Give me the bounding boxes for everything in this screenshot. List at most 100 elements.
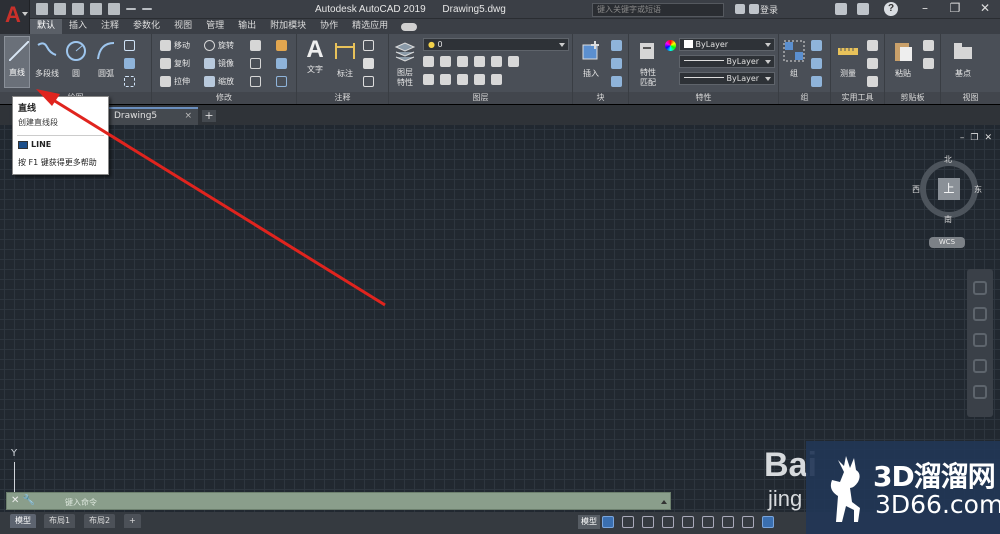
view-panel-title[interactable]: 视图	[941, 92, 1000, 104]
insert-button[interactable]: 插入	[577, 39, 605, 79]
viewport-restore-icon[interactable]: ❐	[970, 133, 978, 143]
viewport-minimize-icon[interactable]: –	[960, 133, 965, 143]
measure-button[interactable]: 测量	[833, 39, 863, 79]
orbit-icon[interactable]	[973, 359, 987, 373]
group-edit-tool[interactable]	[811, 58, 822, 69]
compass-north[interactable]: 北	[944, 154, 952, 165]
layer-tool-icon[interactable]	[491, 56, 502, 67]
clipboard-panel-title[interactable]: 剪贴板	[885, 92, 940, 104]
ungroup-tool[interactable]	[811, 40, 822, 51]
pan-icon[interactable]	[973, 307, 987, 321]
tab-insert[interactable]: 插入	[62, 19, 94, 34]
steering-wheel-icon[interactable]	[973, 281, 987, 295]
viewcube-top-face[interactable]: 上	[938, 178, 960, 200]
paste-button[interactable]: 粘贴	[889, 39, 917, 79]
edit-block-tool[interactable]	[611, 58, 622, 69]
layout-tab-2[interactable]: 布局2	[84, 514, 116, 528]
layer-properties-button[interactable]: 图层 特性	[391, 39, 419, 88]
layout-tab-1[interactable]: 布局1	[44, 514, 76, 528]
layer-tool-icon[interactable]	[474, 56, 485, 67]
stretch-button[interactable]: 拉伸	[160, 76, 190, 87]
tab-parametric[interactable]: 参数化	[126, 19, 167, 34]
leader-tool[interactable]	[363, 58, 374, 69]
tab-manage[interactable]: 管理	[199, 19, 231, 34]
layer-tool-icon[interactable]	[440, 56, 451, 67]
rotate-button[interactable]: 旋转	[204, 40, 234, 51]
tab-addins[interactable]: 附加模块	[263, 19, 313, 34]
snap-icon[interactable]	[622, 516, 634, 528]
layer-dropdown[interactable]: ● 0	[423, 38, 569, 51]
wrench-icon[interactable]: 🔧	[23, 495, 35, 506]
layer-tool-icon[interactable]	[508, 56, 519, 67]
help-icon[interactable]: ?	[884, 2, 898, 16]
showmotion-icon[interactable]	[973, 385, 987, 399]
fillet-tool[interactable]	[250, 58, 261, 69]
compass-south[interactable]: 南	[944, 214, 952, 225]
redo-icon[interactable]	[142, 8, 152, 10]
exchange-icon[interactable]	[857, 3, 869, 15]
model-space-button[interactable]: 模型	[578, 515, 600, 529]
group-select-tool[interactable]	[811, 76, 822, 87]
line-button[interactable]: 直线	[4, 36, 30, 88]
arc-button[interactable]: 圆弧	[92, 39, 120, 79]
lineweight-icon[interactable]	[722, 516, 734, 528]
viewcube[interactable]: 上 北 南 西 东	[912, 154, 982, 224]
copy-clip-tool[interactable]	[923, 40, 934, 51]
tab-default[interactable]: 默认	[30, 19, 63, 34]
hatch-tool[interactable]	[124, 58, 135, 69]
properties-panel-title[interactable]: 特性	[629, 92, 778, 104]
file-tab-drawing5[interactable]: Drawing5 ×	[108, 107, 198, 125]
command-line[interactable]: ✕ 🔧 键入命令	[6, 492, 671, 510]
modify-panel-title[interactable]: 修改	[152, 92, 296, 104]
minimize-icon[interactable]: –	[910, 0, 940, 18]
base-view-button[interactable]: 基点	[949, 39, 977, 79]
boundary-tool[interactable]	[124, 76, 135, 87]
viewport-close-icon[interactable]: ✕	[984, 133, 992, 143]
groups-panel-title[interactable]: 组	[779, 92, 830, 104]
match-properties-button[interactable]: 特性 匹配	[633, 39, 663, 88]
tab-collaborate[interactable]: 协作	[313, 19, 345, 34]
new-tab-button[interactable]: +	[202, 110, 216, 122]
layer-tool-icon[interactable]	[457, 74, 468, 85]
lineweight-dropdown[interactable]: ByLayer	[679, 72, 775, 85]
quick-select-tool[interactable]	[867, 40, 878, 51]
layer-tool-icon[interactable]	[491, 74, 502, 85]
layer-tool-icon[interactable]	[474, 74, 485, 85]
scale-button[interactable]: 缩放	[204, 76, 234, 87]
copy-button[interactable]: 复制	[160, 58, 190, 69]
annotation-scale-icon[interactable]	[742, 516, 754, 528]
trim-tool[interactable]	[250, 40, 261, 51]
layout-tab-model[interactable]: 模型	[10, 514, 36, 528]
cut-tool[interactable]	[923, 58, 934, 69]
save-icon[interactable]	[72, 3, 84, 15]
ribbon-toggle-icon[interactable]	[401, 23, 418, 31]
wcs-menu[interactable]: WCS	[929, 237, 965, 248]
zoom-icon[interactable]	[973, 333, 987, 347]
utilities-panel-title[interactable]: 实用工具	[831, 92, 884, 104]
annotation-panel-title[interactable]: 注释	[297, 92, 388, 104]
color-dropdown[interactable]: ByLayer	[679, 38, 775, 51]
plot-icon[interactable]	[108, 3, 120, 15]
text-button[interactable]: A 文字	[301, 36, 329, 75]
attribute-tool[interactable]	[611, 76, 622, 87]
layer-tool-icon[interactable]	[423, 56, 434, 67]
restore-icon[interactable]: ❐	[940, 0, 970, 18]
otrack-icon[interactable]	[702, 516, 714, 528]
command-input[interactable]: 键入命令	[65, 497, 97, 508]
binoculars-icon[interactable]	[735, 4, 745, 14]
save-as-icon[interactable]	[90, 3, 102, 15]
grid-icon[interactable]	[602, 516, 614, 528]
linetype-dropdown[interactable]: ByLayer	[679, 55, 775, 68]
array-tool[interactable]	[250, 76, 261, 87]
layer-tool-icon[interactable]	[423, 74, 434, 85]
search-input[interactable]: 键入关键字或短语	[592, 3, 724, 17]
polar-icon[interactable]	[662, 516, 674, 528]
close-command-icon[interactable]: ✕	[11, 495, 19, 506]
group-button[interactable]: 组	[781, 39, 807, 79]
color-wheel-tool[interactable]	[665, 40, 676, 51]
layers-panel-title[interactable]: 图层	[389, 92, 572, 104]
close-icon[interactable]: ✕	[970, 0, 1000, 18]
create-block-tool[interactable]	[611, 40, 622, 51]
dimension-button[interactable]: 标注	[331, 39, 359, 79]
close-tab-icon[interactable]: ×	[184, 109, 192, 124]
